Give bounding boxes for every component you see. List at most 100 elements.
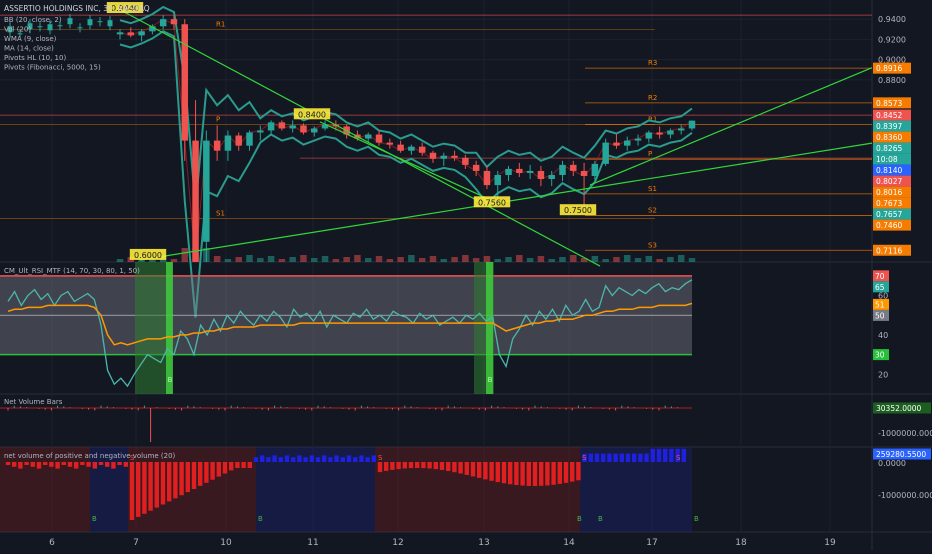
rsi-legend[interactable]: CM_Ult_RSI_MTF (14, 70, 30, 80, 1, 50) bbox=[4, 267, 140, 275]
pivot-label-previous: R1 bbox=[216, 20, 225, 28]
x-tick-label: 14 bbox=[563, 538, 575, 548]
candle-body bbox=[418, 146, 426, 153]
candle-body bbox=[87, 19, 93, 26]
net-volume-bar bbox=[421, 462, 426, 469]
candle-body bbox=[408, 146, 415, 151]
net-volume-bar bbox=[501, 462, 507, 484]
net-volume-signal-marker: B bbox=[577, 515, 582, 523]
volume-bar bbox=[570, 255, 577, 262]
net-volume-bar bbox=[297, 455, 302, 462]
indicator-legend[interactable]: Pivots HL (10, 10) bbox=[4, 54, 66, 62]
candle-body bbox=[97, 21, 103, 23]
x-tick-label: 19 bbox=[824, 538, 836, 548]
indicator-legend[interactable]: Vol (20) bbox=[4, 26, 31, 34]
net-volume-bar bbox=[439, 462, 445, 470]
volume-bar bbox=[116, 259, 124, 262]
candle-body bbox=[170, 19, 178, 25]
candle-body bbox=[472, 164, 480, 171]
net-volume-signal-marker: S bbox=[582, 454, 587, 462]
candle-body bbox=[47, 24, 53, 31]
volume-bar bbox=[354, 255, 361, 262]
net-volume-bar bbox=[160, 462, 166, 505]
chart-title: ASSERTIO HOLDINGS INC, 30, NASDAQ bbox=[4, 4, 150, 13]
pivot-label-previous: P bbox=[216, 116, 220, 124]
candle-body bbox=[591, 163, 599, 176]
candle-body bbox=[235, 135, 242, 146]
net-volume-bar bbox=[601, 453, 606, 462]
candle-body bbox=[483, 170, 491, 186]
net-volume-bar bbox=[402, 462, 407, 469]
candle-body bbox=[645, 132, 653, 139]
rsi-tick-label: 40 bbox=[878, 331, 888, 340]
net-volume-bar bbox=[315, 457, 321, 462]
volume-bar bbox=[224, 259, 232, 262]
pivot-label: S3 bbox=[648, 241, 657, 249]
indicator-legend[interactable]: WMA (9, close) bbox=[4, 35, 57, 43]
candle-body bbox=[192, 140, 199, 262]
chart-window: R3 R2 R1 P S1 S2 S3 R1 P S1 0.9440 0.8400 0.7560 0.75… bbox=[0, 0, 932, 550]
net-volume-bar bbox=[563, 462, 569, 483]
price-tag-label: 0.8573 bbox=[876, 99, 902, 108]
volume-bar bbox=[516, 255, 523, 262]
price-tag-label: 0.8360 bbox=[876, 133, 902, 142]
indicator-legend[interactable]: Pivots (Fibonacci, 5000, 15) bbox=[4, 64, 101, 72]
net-volume-bar bbox=[526, 462, 531, 486]
volume-bar bbox=[645, 256, 653, 262]
net-volume-bar bbox=[167, 462, 172, 502]
net-volume-bar bbox=[185, 462, 190, 493]
indicator-legend[interactable]: BB (20, close, 2) bbox=[4, 16, 62, 24]
net-volume-bar bbox=[309, 455, 314, 462]
net-volume-bar bbox=[272, 455, 277, 462]
net-volume-bar bbox=[650, 448, 655, 462]
candle-body bbox=[77, 27, 83, 29]
net-volume-bar bbox=[291, 457, 296, 462]
pivot-label: P bbox=[648, 150, 652, 158]
volume-bar bbox=[462, 255, 469, 262]
net-volume-bar bbox=[508, 462, 513, 485]
price-annotation: 0.6000 bbox=[134, 251, 162, 260]
net-volume-bar bbox=[36, 462, 42, 469]
net-volume-bars-legend[interactable]: Net Volume Bars bbox=[4, 398, 63, 406]
net-volume-bar bbox=[49, 462, 54, 467]
price-tag-label: 10:08 bbox=[876, 155, 898, 164]
price-tag-label: 0.7673 bbox=[876, 199, 902, 208]
candle-body bbox=[107, 20, 113, 27]
candle-body bbox=[505, 168, 512, 175]
volume-bar bbox=[440, 259, 448, 262]
volume-bar bbox=[332, 259, 340, 262]
x-tick-label: 12 bbox=[392, 538, 403, 548]
net-volume-20-tick-label: 0.0000 bbox=[878, 459, 906, 468]
net-volume-bar bbox=[408, 462, 414, 469]
volume-bar bbox=[408, 255, 415, 262]
x-tick-label: 10 bbox=[220, 538, 232, 548]
y-tick-label: 0.9400 bbox=[878, 15, 906, 24]
volume-bar bbox=[213, 256, 221, 262]
net-volume-bar bbox=[222, 462, 228, 474]
indicator-legend[interactable]: MA (14, close) bbox=[4, 45, 54, 53]
rsi-buy-bar bbox=[486, 262, 493, 394]
candle-body bbox=[548, 174, 555, 180]
volume-bar bbox=[613, 257, 620, 262]
net-volume-20-tick-label: -1000000.0000 bbox=[878, 491, 932, 500]
candle-body bbox=[570, 164, 577, 171]
net-volume-signal-marker: B bbox=[258, 515, 263, 523]
net-volume-bar bbox=[18, 462, 23, 469]
net-volume-bar bbox=[92, 462, 97, 469]
net-volume-bar bbox=[576, 462, 581, 481]
volume-bar bbox=[343, 257, 350, 262]
net-volume-bar bbox=[328, 457, 333, 462]
net-volume-legend[interactable]: net volume of positive and negative volu… bbox=[4, 452, 176, 460]
net-volume-signal-marker: S bbox=[676, 454, 681, 462]
net-volume-bar bbox=[12, 462, 17, 467]
net-volume-bar bbox=[377, 462, 383, 473]
net-volume-bar bbox=[278, 457, 283, 462]
volume-bar bbox=[483, 256, 491, 262]
volume-bar bbox=[537, 256, 545, 262]
net-volume-20-tag-label: 259280.5500 bbox=[876, 450, 926, 459]
candle-body bbox=[257, 130, 264, 133]
rsi-buy-marker: B bbox=[168, 376, 173, 384]
net-volume-bar bbox=[24, 462, 29, 465]
net-volume-bar bbox=[148, 462, 153, 511]
net-volume-bar bbox=[359, 455, 364, 462]
candle-body bbox=[57, 25, 63, 27]
